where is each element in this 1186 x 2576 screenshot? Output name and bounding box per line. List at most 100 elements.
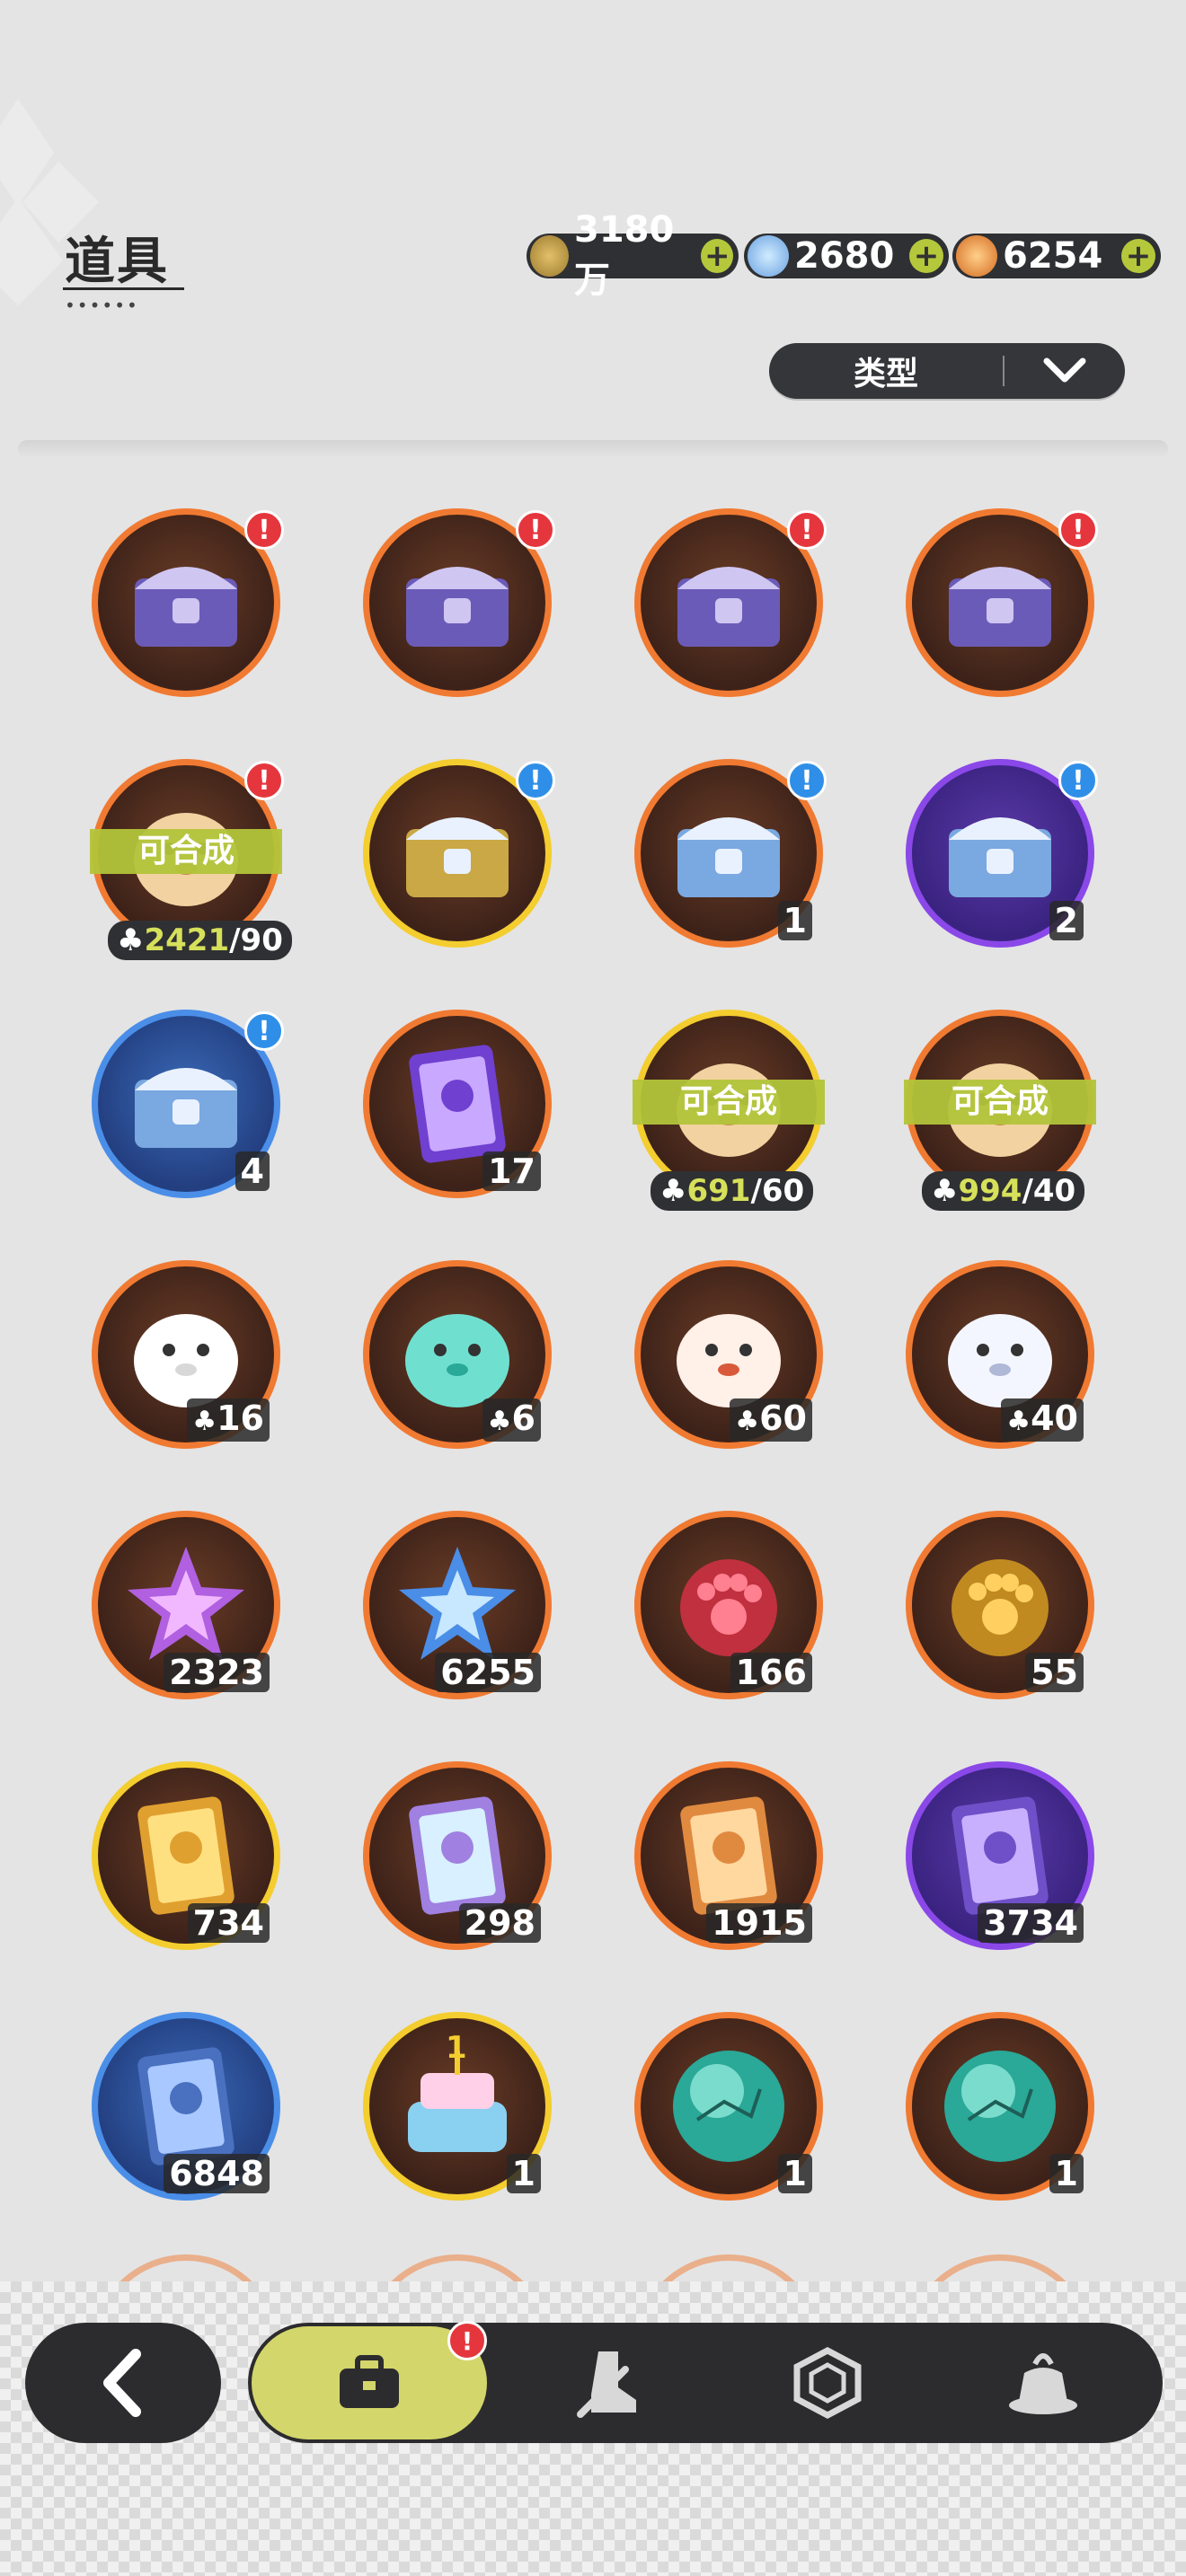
- item-count: 4: [235, 1151, 270, 1191]
- item-count-value: 166: [735, 1653, 807, 1692]
- mystery-chest-icon: [406, 567, 509, 647]
- tab-food[interactable]: [949, 2323, 1137, 2443]
- item-count-value: 6: [511, 1398, 535, 1438]
- bottom-tab-bar: !: [248, 2321, 1163, 2443]
- teal-orb-icon: [673, 2051, 784, 2162]
- currency-star: 6254 +: [952, 234, 1161, 278]
- puzzle-icon: ♣: [735, 1406, 760, 1437]
- item-count-value: 298: [464, 1903, 535, 1943]
- currency-star-value: 6254: [1003, 235, 1103, 277]
- item-slot[interactable]: 734: [92, 1761, 280, 1950]
- alert-badge: !: [244, 1011, 284, 1051]
- item-count-value: 60: [759, 1398, 807, 1438]
- item-count: 6255: [435, 1653, 541, 1692]
- item-slot[interactable]: !: [634, 508, 827, 697]
- alert-badge: !: [516, 761, 555, 800]
- item-count: 1915: [706, 1903, 812, 1943]
- item-slot[interactable]: ! 可合成 ♣2421/90: [90, 759, 292, 960]
- item-count-value: 1: [783, 901, 807, 940]
- item-slot[interactable]: 2323: [92, 1511, 280, 1699]
- item-count: 166: [730, 1653, 812, 1692]
- tab-equipment[interactable]: [518, 2323, 706, 2443]
- teal-orb-icon: [944, 2051, 1056, 2162]
- pudding-icon: [1009, 2353, 1077, 2414]
- chevron-left-icon: [103, 2349, 141, 2417]
- owned-count: 691: [686, 1173, 751, 1209]
- item-slot[interactable]: 1915: [634, 1761, 823, 1950]
- back-button[interactable]: [25, 2323, 221, 2443]
- currency-coin: 3180万 +: [527, 209, 739, 301]
- item-count-value: 55: [1031, 1653, 1078, 1692]
- item-count: 2: [1049, 901, 1084, 940]
- add-star-button[interactable]: +: [1121, 239, 1155, 273]
- item-count-value: 1: [1054, 2154, 1078, 2193]
- add-coin-button[interactable]: +: [701, 239, 733, 273]
- item-slot[interactable]: 6255: [363, 1511, 552, 1699]
- alert-badge: !: [1058, 761, 1098, 800]
- puzzle-icon: ♣: [117, 922, 145, 958]
- item-slot[interactable]: ♣6: [363, 1260, 552, 1449]
- backpack-icon: [340, 2355, 399, 2408]
- item-count: 1: [1049, 2154, 1084, 2193]
- item-slot[interactable]: 17: [363, 1010, 552, 1198]
- item-slot[interactable]: 11: [363, 2012, 552, 2201]
- synthesizable-banner: 可合成: [633, 1080, 825, 1125]
- boot-sword-icon: [577, 2351, 636, 2418]
- alert-badge: !: [787, 761, 827, 800]
- item-count: 734: [187, 1903, 270, 1943]
- puzzle-icon: ♣: [931, 1173, 959, 1209]
- type-filter-dropdown[interactable]: 类型: [769, 343, 1125, 399]
- required-count: /60: [750, 1173, 805, 1209]
- item-count-value: 2: [1054, 901, 1078, 940]
- item-slot[interactable]: 166: [634, 1511, 823, 1699]
- add-crystal-button[interactable]: +: [909, 239, 943, 273]
- mystery-chest-icon: [135, 567, 237, 647]
- currency-crystal-value: 2680: [794, 235, 895, 277]
- tab-items[interactable]: !: [252, 2321, 487, 2439]
- item-slot[interactable]: 1: [634, 2012, 823, 2201]
- synthesis-progress: ♣2421/90: [108, 921, 292, 960]
- item-slot[interactable]: ! 4: [92, 1010, 284, 1198]
- owned-count: 2421: [144, 922, 230, 958]
- item-count: 6848: [164, 2154, 270, 2193]
- item-count: 3734: [978, 1903, 1084, 1943]
- item-slot[interactable]: 可合成 ♣691/60: [633, 1010, 825, 1211]
- item-count-value: 2323: [169, 1653, 264, 1692]
- crystal-icon: [748, 235, 789, 277]
- puzzle-icon: ♣: [192, 1406, 217, 1437]
- tab-gems[interactable]: [733, 2323, 922, 2443]
- item-count: 1: [777, 2154, 812, 2193]
- alert-badge: !: [787, 510, 827, 550]
- alert-badge: !: [516, 510, 555, 550]
- item-count: 2323: [164, 1653, 270, 1692]
- item-slot[interactable]: ! 1: [634, 759, 827, 948]
- item-count: 1: [506, 2154, 541, 2193]
- item-slot[interactable]: 1: [906, 2012, 1094, 2201]
- selection-chest-icon: [949, 817, 1051, 897]
- star-shard-icon: [956, 235, 997, 277]
- item-slot[interactable]: 3734: [906, 1761, 1094, 1950]
- item-slot[interactable]: ♣16: [92, 1260, 280, 1449]
- item-count: ♣40: [1001, 1398, 1084, 1442]
- gold-coin-icon: [530, 235, 569, 277]
- item-slot[interactable]: ! 2: [906, 759, 1098, 948]
- selection-chest-icon: [677, 817, 780, 897]
- currency-crystal: 2680 +: [744, 234, 949, 278]
- item-count-value: 1915: [712, 1903, 807, 1943]
- owned-count: 994: [958, 1173, 1022, 1209]
- item-slot[interactable]: 6848: [92, 2012, 280, 2201]
- item-slot[interactable]: ♣40: [906, 1260, 1094, 1449]
- item-slot[interactable]: !: [906, 508, 1098, 697]
- filter-label: 类型: [853, 356, 918, 393]
- item-count: ♣60: [730, 1398, 812, 1442]
- item-slot[interactable]: !: [363, 508, 555, 697]
- synthesizable-banner: 可合成: [904, 1080, 1096, 1125]
- item-slot[interactable]: ♣60: [634, 1260, 823, 1449]
- item-slot[interactable]: !: [363, 759, 555, 948]
- item-count-value: 1: [783, 2154, 807, 2193]
- item-slot[interactable]: 可合成 ♣994/40: [904, 1010, 1096, 1211]
- mystery-chest-icon: [677, 567, 780, 647]
- item-slot[interactable]: 298: [363, 1761, 552, 1950]
- item-slot[interactable]: !: [92, 508, 284, 697]
- item-slot[interactable]: 55: [906, 1511, 1094, 1699]
